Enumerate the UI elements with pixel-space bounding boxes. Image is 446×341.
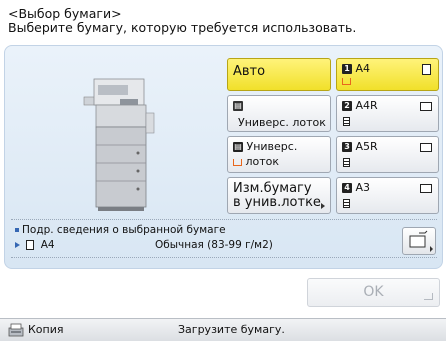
- paper-settings-icon: [409, 230, 433, 252]
- corner-icon: [424, 293, 433, 300]
- stack-icon: ▤: [233, 101, 243, 111]
- drawer-2-button[interactable]: 2 A4R: [336, 95, 439, 132]
- status-bar: Копия Загрузите бумагу.: [0, 318, 446, 341]
- change-bypass-line2: в унив.лотке: [233, 195, 321, 210]
- landscape-paper-icon: [420, 143, 432, 152]
- copy-icon: [8, 323, 24, 337]
- drawer-2-size: A4R: [355, 99, 378, 112]
- bypass-line2: лоток: [245, 155, 280, 168]
- bullet-icon: [15, 228, 19, 232]
- bypass-line1: Универс.: [246, 140, 298, 153]
- bypass-tray-label: Универс. лоток: [238, 116, 326, 129]
- change-bypass-line1: Изм.бумагу: [233, 181, 312, 196]
- tray-icon: [342, 78, 351, 85]
- page-title: <Выбор бумаги>: [8, 6, 122, 21]
- ok-button[interactable]: OK: [307, 278, 440, 307]
- portrait-paper-icon: [26, 240, 35, 250]
- drawer-2-number: 2: [342, 101, 352, 111]
- selected-paper-details-heading: Подр. сведения о выбранной бумаге: [15, 224, 226, 236]
- stack-icon: [343, 158, 350, 167]
- change-bypass-paper-button[interactable]: Изм.бумагу в унив.лотке: [227, 177, 331, 214]
- paper-select-panel: Авто ▤ Универс. лоток ▤ Универс. лоток И…: [4, 45, 443, 269]
- page-instruction: Выберите бумагу, которую требуется испол…: [8, 20, 357, 35]
- bypass-tray-info-button[interactable]: ▤ Универс. лоток: [227, 95, 331, 132]
- details-label: Подр. сведения о выбранной бумаге: [22, 224, 226, 236]
- drawer-1-size: A4: [355, 62, 371, 75]
- divider: [11, 219, 437, 220]
- copier-illustration: [83, 78, 155, 211]
- ok-label: OK: [363, 284, 384, 300]
- landscape-paper-icon: [420, 184, 432, 193]
- selected-paper-size: A4: [40, 239, 55, 251]
- drawer-3-size: A5R: [355, 140, 378, 153]
- header: <Выбор бумаги> Выберите бумагу, которую …: [8, 7, 356, 35]
- drawer-4-number: 4: [342, 183, 352, 193]
- bypass-tray-button[interactable]: ▤ Универс. лоток: [227, 136, 331, 173]
- bypass-icon: ▤: [233, 142, 243, 152]
- landscape-paper-icon: [420, 102, 432, 111]
- stack-icon: [343, 199, 350, 208]
- arrow-right-icon: [15, 242, 20, 248]
- drawer-3-number: 3: [342, 142, 352, 152]
- auto-paper-label: Авто: [233, 64, 266, 79]
- stack-icon: [343, 117, 350, 126]
- status-mode: Копия: [28, 323, 64, 336]
- drawer-3-button[interactable]: 3 A5R: [336, 136, 439, 173]
- paper-details-button[interactable]: [402, 227, 436, 255]
- drawer-4-size: A3: [355, 181, 371, 194]
- status-message: Загрузите бумагу.: [178, 323, 285, 336]
- auto-paper-button[interactable]: Авто: [227, 58, 331, 91]
- drawer-4-button[interactable]: 4 A3: [336, 177, 439, 214]
- selected-paper-details: A4 Обычная (83-99 г/м2): [15, 239, 273, 251]
- portrait-paper-icon: [422, 64, 431, 75]
- drawer-1-number: 1: [342, 64, 352, 74]
- selected-paper-type: Обычная (83-99 г/м2): [155, 239, 273, 251]
- tray-icon: [233, 158, 242, 166]
- drawer-1-button[interactable]: 1 A4: [336, 58, 439, 91]
- arrow-right-icon: [321, 203, 325, 209]
- divider: [11, 257, 437, 258]
